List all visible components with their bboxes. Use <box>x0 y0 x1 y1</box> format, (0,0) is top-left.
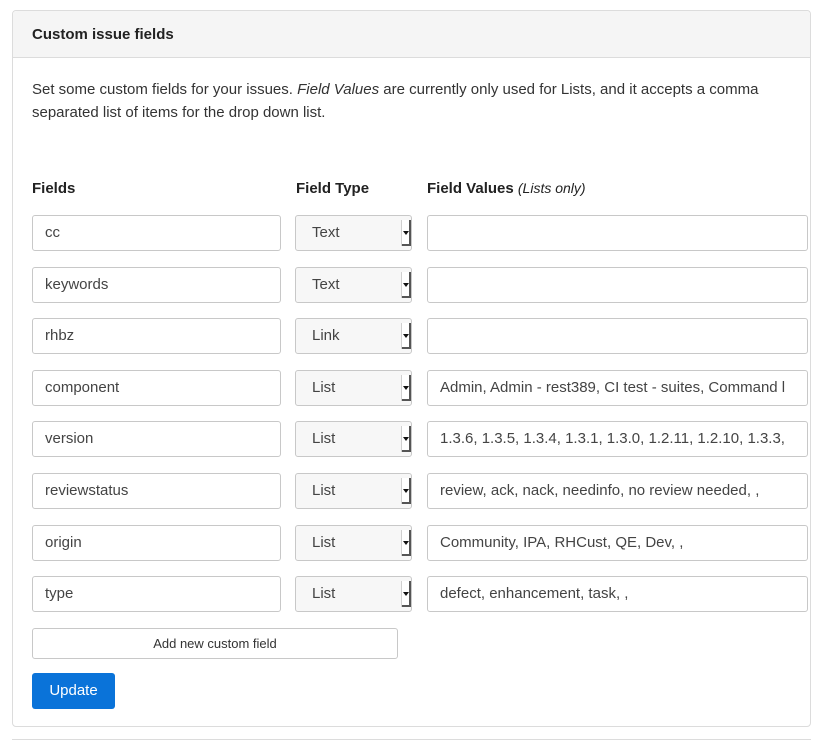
field-values-input[interactable]: 1.3.6, 1.3.5, 1.3.4, 1.3.1, 1.3.0, 1.2.1… <box>427 421 808 458</box>
dropdown-arrow-icon[interactable] <box>401 220 411 246</box>
custom-field-row: rhbz Link <box>13 318 810 355</box>
field-values-input[interactable] <box>427 266 808 303</box>
dropdown-arrow-icon[interactable] <box>401 529 411 556</box>
custom-field-row: component List Admin, Admin - rest389, CI … <box>13 369 810 406</box>
field-name-input[interactable]: keywords <box>32 266 281 303</box>
custom-field-row: reviewstatus List review, ack, nack, needi… <box>13 473 810 509</box>
column-header-field-values: Field Values (Lists only) <box>427 180 586 197</box>
field-name-input[interactable]: cc <box>32 215 281 251</box>
field-values-input[interactable] <box>427 318 808 355</box>
field-type-value: List <box>312 430 336 448</box>
field-type-select[interactable]: List <box>295 576 412 613</box>
field-type-value: List <box>312 533 336 551</box>
dropdown-arrow-icon[interactable] <box>401 581 411 608</box>
custom-fields-panel: Custom issue fields Set some custom fiel… <box>12 10 811 727</box>
field-type-value: Text <box>312 275 340 293</box>
custom-field-row: keywords Text <box>13 266 810 303</box>
custom-field-row: version List 1.3.6, 1.3.5, 1.3.4, 1.3.1, 1… <box>13 421 810 458</box>
field-name-input[interactable]: version <box>32 421 281 458</box>
custom-field-row: cc Text <box>13 215 810 251</box>
field-type-select[interactable]: List <box>295 524 412 561</box>
dropdown-arrow-icon[interactable] <box>401 426 411 453</box>
field-type-select[interactable]: Link <box>295 318 412 355</box>
field-type-select[interactable]: List <box>295 421 412 458</box>
field-type-value: Link <box>312 327 340 345</box>
panel-title: Custom issue fields <box>13 11 810 58</box>
field-name-input[interactable]: type <box>32 576 281 613</box>
column-header-field-type: Field Type <box>296 180 370 197</box>
field-type-value: List <box>312 585 336 603</box>
field-name-input[interactable]: component <box>32 369 281 406</box>
field-name-input[interactable]: origin <box>32 524 281 561</box>
column-header-fields: Fields <box>32 180 76 197</box>
dropdown-arrow-icon[interactable] <box>401 323 411 350</box>
field-values-input[interactable]: defect, enhancement, task, , <box>427 576 808 613</box>
dropdown-arrow-icon[interactable] <box>401 271 411 298</box>
field-type-select[interactable]: Text <box>295 215 412 251</box>
update-button[interactable]: Update <box>32 673 115 709</box>
field-type-value: List <box>312 482 336 499</box>
field-values-input[interactable] <box>427 215 808 251</box>
panel-description: Set some custom fields for your issues. … <box>32 81 759 121</box>
field-type-value: List <box>312 378 336 396</box>
field-type-select[interactable]: List <box>295 473 412 509</box>
dropdown-arrow-icon[interactable] <box>401 374 411 401</box>
field-name-input[interactable]: rhbz <box>32 318 281 355</box>
add-custom-field-button[interactable]: Add new custom field <box>32 628 398 659</box>
field-name-input[interactable]: reviewstatus <box>32 473 281 509</box>
custom-field-row: type List defect, enhancement, task, , <box>13 576 810 613</box>
field-values-input[interactable]: Community, IPA, RHCust, QE, Dev, , <box>427 524 808 561</box>
field-type-select[interactable]: Text <box>295 266 412 303</box>
field-values-input[interactable]: Admin, Admin - rest389, CI test - suites… <box>427 369 808 406</box>
dropdown-arrow-icon[interactable] <box>401 478 411 504</box>
field-type-select[interactable]: List <box>295 369 412 406</box>
divider <box>12 739 811 740</box>
custom-field-row: origin List Community, IPA, RHCust, QE, De… <box>13 524 810 561</box>
field-values-input[interactable]: review, ack, nack, needinfo, no review n… <box>427 473 808 509</box>
field-type-value: Text <box>312 224 340 241</box>
